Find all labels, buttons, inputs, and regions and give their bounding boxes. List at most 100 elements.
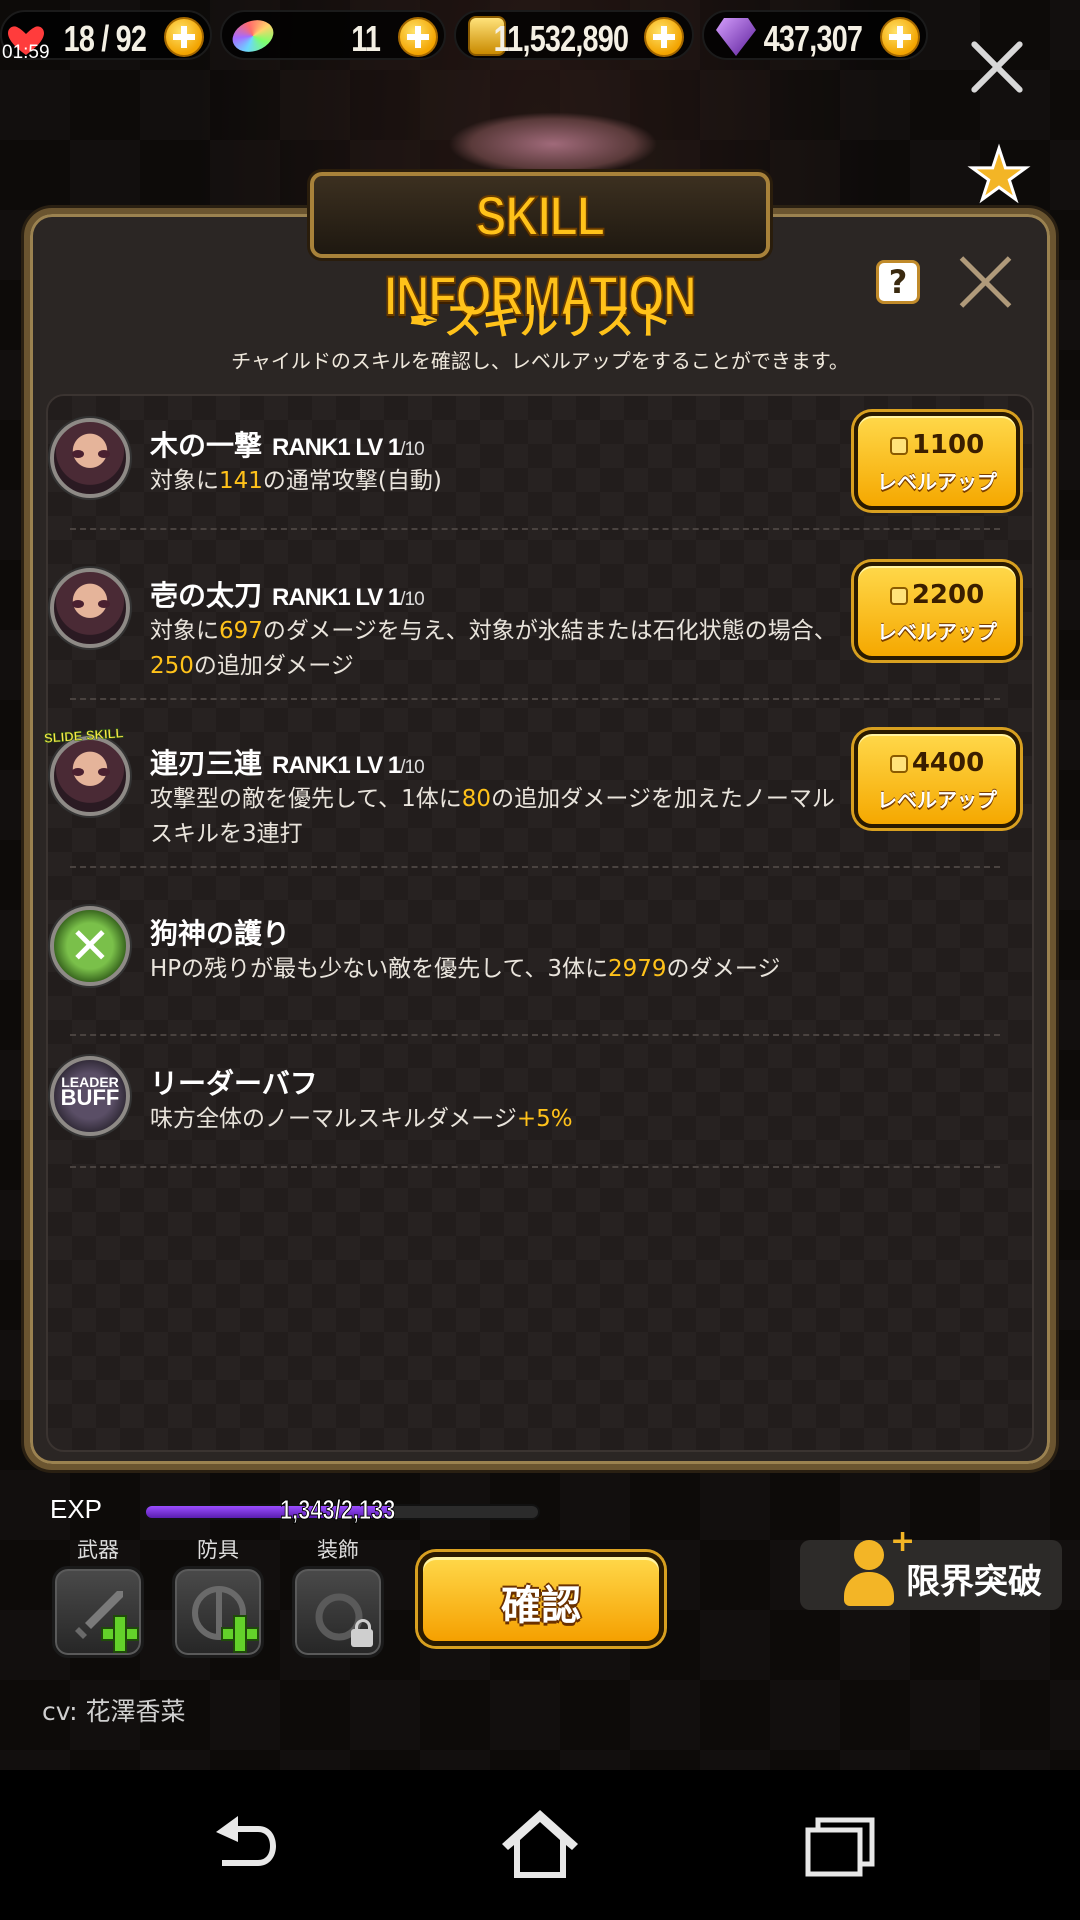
gem-value: 437,307: [763, 18, 862, 59]
row-divider: [70, 866, 1000, 868]
level-up-cost-value: 1100: [911, 430, 985, 460]
skill-level-max: /10: [400, 439, 424, 460]
accessory-label: 装飾: [317, 1538, 359, 1562]
skill-description: 味方全体のノーマルスキルダメージ+5%: [150, 1102, 840, 1137]
skill-rank: RANK1 LV 1/10: [272, 752, 425, 779]
stamina-counter: 01:59 18 / 92: [0, 10, 212, 63]
skill-list-title: ✒ スキルリスト: [0, 290, 1080, 345]
gold-counter: 11,532,890: [454, 10, 694, 60]
add-armor-icon: [223, 1617, 257, 1651]
desc-value: 697: [219, 618, 263, 644]
skill-rank-text: RANK1: [272, 584, 351, 611]
add-gold-button[interactable]: [644, 17, 684, 57]
skill-row: SLIDE SKILL 連刃三連 RANK1 LV 1/10 攻撃型の敵を優先して…: [43, 725, 1020, 856]
skill-row: 狗神の護り HPの残りが最も少ない敵を優先して、3体に2979のダメージ: [50, 906, 1010, 1026]
leader-icon-bottom: BUFF: [60, 1085, 120, 1110]
confirm-button[interactable]: 確認: [418, 1552, 664, 1646]
skill-name: 連刃三連 RANK1 LV 1/10: [150, 742, 425, 782]
row-divider: [70, 1034, 1000, 1036]
skill-row: LEADER BUFF リーダーバフ 味方全体のノーマルスキルダメージ+5%: [50, 1056, 1010, 1156]
skill-portrait-icon: [50, 736, 130, 816]
level-up-button[interactable]: 1100 レベルアップ: [854, 412, 1020, 510]
limit-break-button[interactable]: 限界突破: [800, 1540, 1062, 1610]
recents-icon[interactable]: [780, 1770, 900, 1920]
gold-coin-icon: [889, 586, 908, 605]
resource-bar: 01:59 18 / 92 11 11,532,890 437,307: [0, 0, 1080, 70]
skill-list-subtitle: チャイルドのスキルを確認し、レベルアップをすることができます。: [231, 349, 849, 373]
desc-text: 対象に: [150, 618, 219, 644]
skill-row: 壱の太刀 RANK1 LV 1/10 対象に697のダメージを与え、対象が氷結また…: [50, 562, 1020, 688]
feather-icon: ✒: [408, 299, 440, 343]
level-up-button[interactable]: 2200 レベルアップ: [854, 562, 1020, 660]
skill-level: LV 1: [355, 752, 401, 779]
skill-name: 木の一撃 RANK1 LV 1/10: [150, 424, 425, 464]
desc-text: 対象に: [150, 468, 219, 494]
level-up-label: レベルアップ: [877, 470, 997, 494]
title-decoration: [448, 112, 658, 176]
purple-gem-icon: [716, 18, 756, 56]
desc-text: 攻撃型の敵を優先して、1体に: [150, 786, 462, 812]
crystal-value: 11: [351, 18, 381, 59]
skill-portrait-icon: [50, 568, 130, 648]
skill-name: リーダーバフ: [150, 1067, 318, 1100]
row-divider: [70, 698, 1000, 700]
level-up-button[interactable]: 4400 レベルアップ: [854, 730, 1020, 828]
desc-value: 80: [461, 786, 492, 812]
skill-rank: RANK1 LV 1/10: [272, 434, 425, 461]
desc-value: 2979: [607, 956, 667, 982]
desc-value: +5%: [516, 1106, 573, 1132]
add-crystal-button[interactable]: [398, 17, 438, 57]
weapon-slot[interactable]: [52, 1566, 144, 1658]
close-icon[interactable]: [966, 36, 1026, 96]
weapon-label: 武器: [77, 1538, 119, 1562]
add-weapon-icon: [103, 1617, 137, 1651]
level-up-cost: 2200: [858, 580, 1016, 610]
skill-level-max: /10: [400, 589, 424, 610]
skill-description: HPの残りが最も少ない敵を優先して、3体に2979のダメージ: [150, 952, 840, 987]
gold-coin-icon: [889, 436, 908, 455]
stamina-value: 18 / 92: [63, 18, 147, 59]
plus-icon: +: [890, 1524, 916, 1559]
level-up-cost: 4400: [858, 748, 1016, 778]
confirm-label: 確認: [501, 1583, 581, 1629]
skill-name: 壱の太刀 RANK1 LV 1/10: [150, 574, 425, 614]
skill-rank: RANK1 LV 1/10: [272, 584, 425, 611]
star-icon[interactable]: ★: [962, 139, 1036, 212]
desc-text: HPの残りが最も少ない敵を優先して、3体に: [150, 956, 608, 982]
lock-icon: [351, 1619, 373, 1647]
gem-counter: 437,307: [702, 10, 928, 60]
page-title: SKILL INFORMATION: [383, 183, 697, 328]
level-up-cost: 1100: [858, 430, 1016, 460]
leader-buff-icon-text: LEADER BUFF: [54, 1074, 126, 1110]
rainbow-crystal-icon: [228, 14, 278, 58]
gold-coin-icon: [889, 754, 908, 773]
clock-text: 01:59: [2, 42, 50, 63]
skill-portrait-icon: [50, 418, 130, 498]
gold-value: 11,532,890: [493, 18, 628, 59]
skill-name-text: 木の一撃: [150, 429, 263, 462]
level-up-cost-value: 4400: [911, 748, 985, 778]
back-icon[interactable]: [180, 1770, 300, 1920]
desc-text: の追加ダメージ: [193, 653, 354, 679]
add-gem-button[interactable]: [880, 17, 920, 57]
skill-level: LV 1: [355, 584, 401, 611]
skill-level-max: /10: [400, 757, 424, 778]
person-plus-icon: [844, 1530, 894, 1606]
desc-text: 味方全体のノーマルスキルダメージ: [150, 1106, 517, 1132]
accessory-slot[interactable]: [292, 1566, 384, 1658]
home-icon[interactable]: [480, 1770, 600, 1920]
skill-name-text: 連刃三連: [150, 747, 263, 780]
skill-row: 木の一撃 RANK1 LV 1/10 対象に141の通常攻撃(自動) 1100 レ…: [50, 412, 1020, 522]
skill-name-text: 壱の太刀: [150, 579, 263, 612]
skill-name: 狗神の護り: [150, 917, 291, 950]
desc-text: のダメージを与え、対象が氷結または石化状態の場合、: [262, 618, 837, 644]
limit-break-label: 限界突破: [906, 1562, 1042, 1602]
row-divider: [70, 1166, 1000, 1168]
leader-buff-icon: LEADER BUFF: [50, 1056, 130, 1136]
add-stamina-button[interactable]: [164, 17, 204, 57]
row-divider: [70, 528, 1000, 530]
desc-text: のダメージ: [666, 956, 781, 982]
skill-level: LV 1: [355, 434, 401, 461]
armor-slot[interactable]: [172, 1566, 264, 1658]
crystal-counter: 11: [220, 10, 446, 60]
